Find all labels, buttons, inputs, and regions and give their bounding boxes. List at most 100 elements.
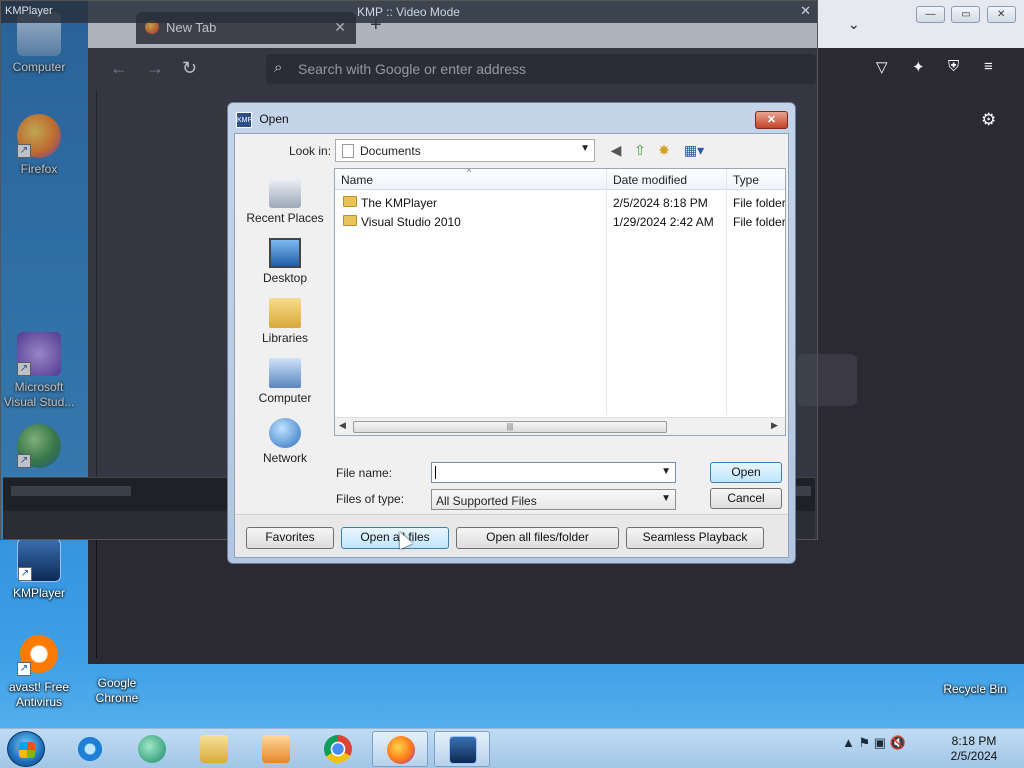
place-label: Computer xyxy=(258,391,312,405)
desktop-icon-label: avast! Free Antivirus xyxy=(8,680,70,709)
gear-icon[interactable]: ⚙ xyxy=(981,110,996,130)
chevron-down-icon[interactable]: ▼ xyxy=(661,466,671,477)
folder-icon xyxy=(200,735,228,763)
clock[interactable]: 8:18 PM 2/5/2024 xyxy=(944,734,1004,764)
files-of-type-value: All Supported Files xyxy=(436,494,537,508)
taskbar: ▲ ⚑ ▣ 🔇 8:18 PM 2/5/2024 xyxy=(0,728,1024,768)
close-button[interactable]: ✕ xyxy=(986,6,1016,23)
chevron-down-icon: ▼ xyxy=(661,493,671,504)
files-of-type-select[interactable]: All Supported Files ▼ xyxy=(431,489,676,510)
menu-icon[interactable]: ≡ xyxy=(984,58,993,75)
place-label: Desktop xyxy=(262,271,308,285)
place-libraries[interactable]: Libraries xyxy=(239,298,331,345)
dialog-titlebar[interactable]: KMP Open xyxy=(236,112,289,128)
open-button[interactable]: Open xyxy=(710,462,782,483)
avast-icon: ↗ xyxy=(17,632,61,676)
look-in-value: Documents xyxy=(360,144,421,158)
look-in-select[interactable]: Documents ▼ xyxy=(335,139,595,162)
maximize-button[interactable]: ▭ xyxy=(951,6,981,23)
horizontal-scrollbar[interactable]: ◀ ||| ▶ xyxy=(335,417,785,435)
dialog-title: Open xyxy=(259,112,289,127)
file-type: File folder xyxy=(733,215,786,229)
chevron-down-icon: ▼ xyxy=(580,143,590,154)
clock-time: 8:18 PM xyxy=(951,734,997,748)
scroll-right-icon[interactable]: ▶ xyxy=(771,420,778,431)
place-label: Network xyxy=(262,451,307,465)
place-computer[interactable]: Computer xyxy=(239,358,331,405)
scroll-left-icon[interactable]: ◀ xyxy=(339,420,346,431)
window-controls: — ▭ ✕ xyxy=(916,6,1019,23)
file-list: Name ^ Date modified Type The KMPlayer 2… xyxy=(334,168,786,436)
file-date: 1/29/2024 2:42 AM xyxy=(613,215,714,229)
place-recent-places[interactable]: Recent Places xyxy=(239,178,331,225)
file-name: The KMPlayer xyxy=(361,196,438,210)
pocket-icon[interactable]: ▽ xyxy=(876,58,888,76)
dialog-body: Look in: Documents ▼ ◀ ⇧ ✸ ▦▾ Recent Pla… xyxy=(234,133,789,558)
desktop-icon-chrome[interactable]: Google Chrome xyxy=(78,660,156,706)
kmplayer-titlebar[interactable]: KMPlayer KMP :: Video Mode ✕ xyxy=(1,1,817,23)
desktop-icon-recycle-bin[interactable]: Recycle Bin xyxy=(936,666,1014,697)
taskbar-video-app[interactable] xyxy=(248,731,304,767)
open-all-files-folder-button[interactable]: Open all files/folder xyxy=(456,527,619,549)
places-bar: Recent Places Desktop Libraries Computer… xyxy=(239,168,327,468)
kmplayer-close-icon[interactable]: ✕ xyxy=(800,3,811,19)
chrome-icon xyxy=(324,735,352,763)
documents-icon xyxy=(342,144,354,158)
desktop-icon-label: Google Chrome xyxy=(95,676,139,705)
place-network[interactable]: Network xyxy=(239,418,331,465)
firefox-icon xyxy=(387,736,415,764)
view-menu-icon[interactable]: ▦▾ xyxy=(681,141,707,159)
up-folder-icon[interactable]: ⇧ xyxy=(631,141,649,159)
taskbar-chrome[interactable] xyxy=(310,731,366,767)
file-list-header: Name ^ Date modified Type xyxy=(335,169,785,190)
taskbar-media-player[interactable] xyxy=(124,731,180,767)
seamless-playback-button[interactable]: Seamless Playback xyxy=(626,527,764,549)
column-header-date[interactable]: Date modified xyxy=(613,173,687,187)
taskbar-kmplayer[interactable] xyxy=(434,731,490,767)
clock-date: 2/5/2024 xyxy=(950,749,998,763)
taskbar-firefox[interactable] xyxy=(372,731,428,767)
look-in-label: Look in: xyxy=(289,144,332,158)
kmplayer-title: KMP :: Video Mode xyxy=(357,5,460,19)
column-header-name[interactable]: Name xyxy=(341,173,373,187)
column-header-type[interactable]: Type xyxy=(733,173,759,187)
recent-places-icon xyxy=(269,178,301,208)
system-tray[interactable]: ▲ ⚑ ▣ 🔇 xyxy=(842,735,906,751)
folder-icon xyxy=(343,215,357,226)
text-cursor xyxy=(435,466,436,479)
computer-icon xyxy=(269,358,301,388)
file-name-label: File name: xyxy=(336,466,393,480)
desktop-icon-avast[interactable]: ↗ avast! Free Antivirus xyxy=(0,632,78,710)
dialog-button-bar: Favorites Open all files Open all files/… xyxy=(235,514,788,557)
folder-icon xyxy=(343,196,357,207)
scrollbar-thumb[interactable]: ||| xyxy=(353,421,667,433)
dialog-close-button[interactable]: ✕ xyxy=(755,111,788,129)
kmp-icon: KMP xyxy=(236,112,252,128)
new-folder-icon[interactable]: ✸ xyxy=(655,141,673,159)
file-type: File folder xyxy=(733,196,786,210)
kmplayer-icon xyxy=(449,736,477,764)
control-segment xyxy=(795,486,811,496)
back-arrow-icon[interactable]: ◀ xyxy=(607,141,625,159)
file-row[interactable]: Visual Studio 2010 1/29/2024 2:42 AM Fil… xyxy=(335,212,786,231)
desktop-icon-kmplayer[interactable]: ↗ KMPlayer xyxy=(0,538,78,601)
extensions-icon[interactable]: ✦ xyxy=(912,58,925,76)
place-desktop[interactable]: Desktop xyxy=(239,238,331,285)
open-dialog: KMP Open ✕ Look in: Documents ▼ ◀ ⇧ ✸ ▦▾… xyxy=(227,102,796,564)
cancel-button[interactable]: Cancel xyxy=(710,488,782,509)
taskbar-explorer[interactable] xyxy=(186,731,242,767)
taskbar-internet-explorer[interactable] xyxy=(62,731,118,767)
video-player-icon xyxy=(262,735,290,763)
windows-logo-icon xyxy=(19,742,35,758)
file-row[interactable]: The KMPlayer 2/5/2024 8:18 PM File folde… xyxy=(335,193,786,212)
shortcut-arrow-icon: ↗ xyxy=(18,567,32,581)
minimize-button[interactable]: — xyxy=(916,6,945,23)
ublock-shield-icon[interactable]: ⛨ xyxy=(948,58,959,75)
file-name-input[interactable]: ▼ xyxy=(431,462,676,483)
network-icon xyxy=(269,418,301,448)
favorites-button[interactable]: Favorites xyxy=(246,527,334,549)
list-tabs-button[interactable]: ⌄ xyxy=(848,16,860,33)
media-player-icon xyxy=(138,735,166,763)
desktop-icon-label: Recycle Bin xyxy=(943,682,1007,696)
start-button[interactable] xyxy=(7,731,45,767)
